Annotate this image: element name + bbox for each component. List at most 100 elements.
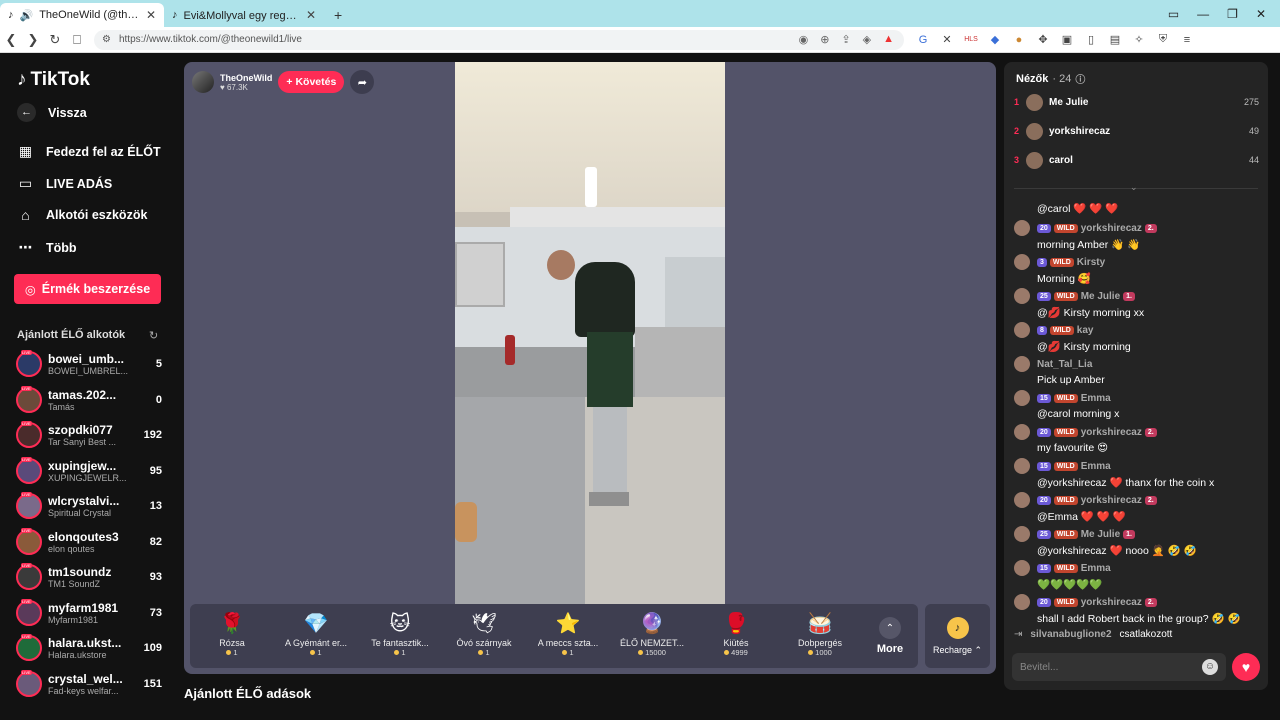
share-icon[interactable]: ⇪ (841, 33, 850, 46)
restore-icon[interactable]: ❐ (1227, 7, 1238, 21)
color-picker-icon[interactable]: ● (1012, 34, 1026, 46)
vpn-icon[interactable]: ⛨ (1156, 33, 1170, 46)
url-field[interactable]: ⚙ https://www.tiktok.com/@theonewild1/li… (94, 29, 904, 50)
recommended-creator-item[interactable]: tamas.202...Tamás 0 (16, 383, 162, 417)
chat-username[interactable]: Emma (1081, 563, 1111, 574)
chat-avatar[interactable] (1014, 458, 1030, 474)
nav-more[interactable]: ⋯ Több (17, 239, 77, 256)
gift-item[interactable]: 💎 A Gyémánt er... 1 (274, 604, 358, 668)
top-viewer-row[interactable]: 1 Me Julie 275 (1014, 92, 1259, 112)
chat-avatar[interactable] (1014, 390, 1030, 406)
host-avatar[interactable] (192, 71, 214, 93)
tab-evi-molly[interactable]: ♪ Evi&Mollyval egy reggeli 🙈😂 (@m ✕ (164, 3, 324, 27)
forward-icon[interactable]: ❯ (22, 32, 44, 48)
minimize-icon[interactable]: — (1197, 7, 1209, 21)
chat-avatar[interactable] (1014, 492, 1030, 508)
recommended-creator-item[interactable]: myfarm1981Myfarm1981 73 (16, 596, 162, 630)
gift-item[interactable]: 🕊 Óvó szárnyak 1 (442, 604, 526, 668)
bookmark-icon[interactable]: ⎕ (66, 32, 88, 48)
gift-item[interactable]: ⭐ A meccs szta... 1 (526, 604, 610, 668)
chat-avatar[interactable] (1014, 322, 1030, 338)
chat-avatar[interactable] (1014, 254, 1030, 270)
media-icon[interactable]: ◉ (799, 33, 809, 46)
gift-item[interactable]: 🐱 Te fantasztik... 1 (358, 604, 442, 668)
chat-username[interactable]: yorkshirecaz (1081, 427, 1142, 438)
recommended-creator-item[interactable]: szopdki077Tar Sanyi Best ... 192 (16, 418, 162, 452)
translate-icon[interactable]: G (916, 34, 930, 46)
nav-creator-tools[interactable]: ⌂ Alkotói eszközök (17, 207, 147, 223)
gift-item[interactable]: 🔮 ÉLŐ NEMZET... 15000 (610, 604, 694, 668)
screenshot-icon[interactable]: ▣ (1060, 33, 1074, 46)
chat-avatar[interactable] (1014, 288, 1030, 304)
wallet-icon[interactable]: ▤ (1108, 33, 1122, 46)
share-button[interactable]: ➦ (350, 70, 375, 94)
extension-icon[interactable]: ✕ (940, 33, 954, 46)
viewers-header[interactable]: Nézők · 24 ⓘ (1016, 71, 1085, 87)
recharge-button[interactable]: ♪ Recharge ⌃ (925, 604, 990, 668)
chat-avatar[interactable] (1014, 560, 1030, 576)
chat-avatar[interactable] (1014, 594, 1030, 610)
recommended-creator-item[interactable]: bowei_umb...BOWEI_UMBREL... 5 (16, 347, 162, 381)
brave-shield-icon[interactable]: ◈ (863, 33, 871, 46)
chat-username[interactable]: Nat_Tal_Lia (1037, 359, 1092, 370)
follow-button[interactable]: + Követés (278, 71, 345, 93)
chat-username[interactable]: Kirsty (1077, 257, 1105, 268)
chat-username[interactable]: yorkshirecaz (1081, 223, 1142, 234)
host-name[interactable]: TheOneWild (220, 73, 272, 83)
chat-username[interactable]: kay (1077, 325, 1094, 336)
nav-explore-live[interactable]: ▦ Fedezd fel az ÉLŐT (17, 143, 161, 160)
close-icon[interactable]: ✕ (306, 8, 316, 22)
close-window-icon[interactable]: ✕ (1256, 7, 1266, 21)
joined-username[interactable]: silvanabuglione2 (1030, 629, 1111, 640)
site-info-icon[interactable]: ⚙ (102, 34, 111, 45)
help-icon[interactable]: ⓘ (1075, 71, 1085, 86)
tab-theonewild[interactable]: ♪ 🔊 TheOneWild (@theonewild1) ✕ (0, 3, 164, 27)
chat-username[interactable]: yorkshirecaz (1081, 597, 1142, 608)
extension-badge-icon[interactable]: ◆ (988, 33, 1002, 46)
tiktok-logo[interactable]: ♪ TikTok (17, 69, 90, 91)
chat-username[interactable]: Me Julie (1081, 291, 1120, 302)
refresh-icon[interactable]: ↻ (149, 329, 158, 342)
like-button[interactable]: ♥ (1232, 653, 1260, 681)
back-button[interactable]: ← Vissza (17, 103, 87, 122)
chat-username[interactable]: Emma (1081, 393, 1111, 404)
sidebar-icon[interactable]: ▯ (1084, 33, 1098, 46)
recommended-creator-item[interactable]: crystal_wel...Fad-keys welfar... 151 (16, 667, 162, 701)
chat-avatar[interactable] (1014, 220, 1030, 236)
top-viewer-row[interactable]: 2 yorkshirecaz 49 (1014, 121, 1259, 141)
reload-icon[interactable]: ↻ (44, 32, 66, 48)
chat-avatar[interactable] (1014, 526, 1030, 542)
chat-username[interactable]: Me Julie (1081, 529, 1120, 540)
chat-input[interactable]: Bevitel... ☺ (1012, 653, 1226, 681)
recommended-creator-item[interactable]: xupingjew...XUPINGJEWELR... 95 (16, 454, 162, 488)
puzzle-icon[interactable]: ✥ (1036, 33, 1050, 46)
new-tab-button[interactable]: + (324, 3, 352, 27)
emoji-icon[interactable]: ☺ (1202, 659, 1218, 675)
recommended-creator-item[interactable]: halara.ukst...Halara.ukstore 109 (16, 631, 162, 665)
chat-avatar[interactable] (1014, 424, 1030, 440)
live-video[interactable] (455, 62, 725, 604)
chat-username[interactable]: Emma (1081, 461, 1111, 472)
audio-icon[interactable]: 🔊 (20, 9, 34, 22)
recommended-creator-item[interactable]: elonqoutes3elon qoutes 82 (16, 525, 162, 559)
chat-avatar[interactable] (1014, 356, 1030, 372)
zoom-icon[interactable]: ⊕ (820, 33, 829, 46)
rewards-icon[interactable]: ▲ (883, 33, 894, 46)
get-coins-button[interactable]: ◎ Érmék beszerzése (14, 274, 161, 304)
recommended-creator-item[interactable]: tm1soundzTM1 SoundZ 93 (16, 560, 162, 594)
gift-item[interactable]: 🥊 Kiütés 4999 (694, 604, 778, 668)
chevron-down-icon[interactable]: ⌄ (1130, 182, 1138, 193)
back-icon[interactable]: ❮ (0, 32, 22, 48)
more-gifts-button[interactable]: ⌃ More (862, 604, 918, 668)
recommended-creator-item[interactable]: wlcrystalvi...Spiritual Crystal 13 (16, 489, 162, 523)
leo-icon[interactable]: ✧ (1132, 33, 1146, 46)
menu-icon[interactable]: ≡ (1180, 34, 1194, 46)
chat-username[interactable]: yorkshirecaz (1081, 495, 1142, 506)
gift-item[interactable]: 🥁 Dobpergés 1000 (778, 604, 862, 668)
sidebar-toggle-icon[interactable]: ▭ (1168, 7, 1179, 21)
nav-live-studio[interactable]: ▭ LIVE ADÁS (17, 175, 112, 192)
hls-icon[interactable]: HLS (964, 36, 978, 43)
gift-item[interactable]: 🌹 Rózsa 1 (190, 604, 274, 668)
close-icon[interactable]: ✕ (146, 8, 156, 22)
top-viewer-row[interactable]: 3 carol 44 (1014, 150, 1259, 170)
